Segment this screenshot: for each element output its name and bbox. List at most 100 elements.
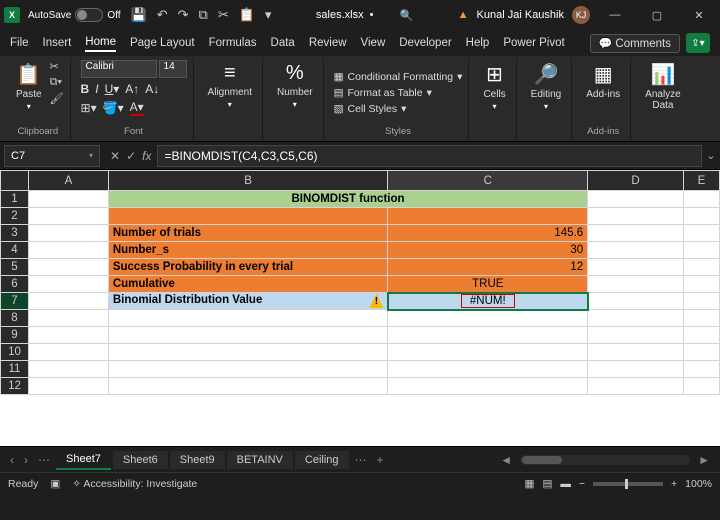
view-page-icon[interactable]: ▤ bbox=[542, 478, 552, 490]
cell[interactable] bbox=[108, 310, 388, 327]
font-size-select[interactable]: 14 bbox=[159, 60, 187, 78]
tab-next-icon[interactable]: › bbox=[20, 453, 32, 467]
cell[interactable] bbox=[28, 242, 108, 259]
cell[interactable] bbox=[588, 378, 684, 395]
cell[interactable] bbox=[388, 310, 588, 327]
row-header-7[interactable]: 7 bbox=[1, 293, 29, 310]
view-normal-icon[interactable]: ▦ bbox=[525, 478, 535, 490]
editing-button[interactable]: 🔎Editing▾ bbox=[527, 60, 566, 113]
accessibility-status[interactable]: ✧ Accessibility: Investigate bbox=[72, 478, 197, 490]
close-button[interactable]: ✕ bbox=[682, 0, 716, 30]
menu-view[interactable]: View bbox=[361, 35, 386, 51]
number-button[interactable]: %Number▾ bbox=[273, 60, 317, 111]
cell[interactable] bbox=[28, 259, 108, 276]
cell[interactable] bbox=[684, 327, 720, 344]
avatar[interactable]: KJ bbox=[572, 6, 590, 24]
cells-button[interactable]: ⊞Cells▾ bbox=[479, 60, 509, 113]
cell[interactable] bbox=[388, 344, 588, 361]
col-header-c[interactable]: C bbox=[388, 171, 588, 191]
cell[interactable] bbox=[588, 225, 684, 242]
copy-button[interactable]: ⧉▾ bbox=[50, 76, 64, 89]
menu-developer[interactable]: Developer bbox=[399, 35, 451, 51]
cancel-formula-icon[interactable]: ✕ bbox=[110, 149, 120, 163]
cell[interactable] bbox=[108, 361, 388, 378]
cell[interactable] bbox=[28, 378, 108, 395]
cell[interactable] bbox=[684, 276, 720, 293]
cell[interactable] bbox=[108, 344, 388, 361]
row-header-12[interactable]: 12 bbox=[1, 378, 29, 395]
tab-sheet6[interactable]: Sheet6 bbox=[113, 451, 168, 469]
cell[interactable] bbox=[588, 242, 684, 259]
cell-styles-button[interactable]: ▧ Cell Styles ▾ bbox=[334, 103, 407, 115]
cell[interactable] bbox=[588, 361, 684, 378]
fill-color-button[interactable]: 🪣▾ bbox=[103, 101, 124, 115]
decrease-font-button[interactable]: A↓ bbox=[145, 82, 159, 96]
cell[interactable] bbox=[28, 293, 108, 310]
cell[interactable] bbox=[684, 225, 720, 242]
row-header-4[interactable]: 4 bbox=[1, 242, 29, 259]
spreadsheet-grid[interactable]: A B C D E 1BINOMDIST function 2 3Number … bbox=[0, 170, 720, 446]
font-name-select[interactable]: Calibri bbox=[81, 60, 157, 78]
tab-prev-icon[interactable]: ‹ bbox=[6, 453, 18, 467]
menu-file[interactable]: File bbox=[10, 35, 29, 51]
cell[interactable] bbox=[588, 293, 684, 310]
macro-record-icon[interactable]: ▣ bbox=[50, 478, 60, 490]
search-icon[interactable]: 🔍 bbox=[399, 9, 413, 22]
cell[interactable] bbox=[588, 276, 684, 293]
cell[interactable] bbox=[388, 327, 588, 344]
menu-data[interactable]: Data bbox=[271, 35, 295, 51]
cell[interactable] bbox=[684, 344, 720, 361]
select-all-corner[interactable] bbox=[1, 171, 29, 191]
menu-help[interactable]: Help bbox=[466, 35, 490, 51]
cell[interactable] bbox=[588, 208, 684, 225]
cell[interactable] bbox=[684, 310, 720, 327]
user-name[interactable]: Kunal Jai Kaushik bbox=[477, 9, 564, 21]
tab-sheet7[interactable]: Sheet7 bbox=[56, 450, 111, 470]
maximize-button[interactable]: ▢ bbox=[640, 0, 674, 30]
col-header-d[interactable]: D bbox=[588, 171, 684, 191]
minimize-button[interactable]: ― bbox=[598, 0, 632, 30]
menu-review[interactable]: Review bbox=[309, 35, 347, 51]
row-header-2[interactable]: 2 bbox=[1, 208, 29, 225]
cut-icon[interactable]: ✂ bbox=[218, 7, 229, 23]
filename[interactable]: sales.xlsx bbox=[316, 9, 364, 21]
menu-formulas[interactable]: Formulas bbox=[209, 35, 257, 51]
tab-sheet9[interactable]: Sheet9 bbox=[170, 451, 225, 469]
tab-ceiling[interactable]: Ceiling bbox=[295, 451, 349, 469]
copy-icon[interactable]: ⧉ bbox=[199, 7, 208, 23]
bold-button[interactable]: B bbox=[81, 82, 90, 96]
view-break-icon[interactable]: ▬ bbox=[560, 478, 571, 490]
underline-button[interactable]: U▾ bbox=[105, 82, 120, 96]
cell[interactable] bbox=[28, 191, 108, 208]
horizontal-scrollbar[interactable] bbox=[520, 455, 690, 465]
save-icon[interactable]: 💾 bbox=[131, 7, 147, 23]
cell[interactable] bbox=[388, 208, 588, 225]
cell[interactable] bbox=[684, 361, 720, 378]
menu-home[interactable]: Home bbox=[85, 34, 116, 52]
row-header-8[interactable]: 8 bbox=[1, 310, 29, 327]
row-header-5[interactable]: 5 bbox=[1, 259, 29, 276]
autosave-toggle[interactable]: AutoSave Off bbox=[28, 8, 121, 22]
addins-button[interactable]: ▦Add-ins bbox=[582, 60, 624, 102]
row-header-9[interactable]: 9 bbox=[1, 327, 29, 344]
increase-font-button[interactable]: A↑ bbox=[125, 82, 139, 96]
paste-button[interactable]: 📋Paste▾ bbox=[12, 60, 46, 113]
cut-button[interactable]: ✂ bbox=[50, 60, 64, 73]
name-box[interactable]: C7▾ bbox=[4, 145, 100, 167]
cell[interactable] bbox=[28, 276, 108, 293]
cell-b3[interactable]: Number of trials bbox=[108, 225, 388, 242]
cell-c6[interactable]: TRUE bbox=[388, 276, 588, 293]
cell-c3[interactable]: 145.6 bbox=[388, 225, 588, 242]
cell[interactable] bbox=[588, 191, 684, 208]
cell[interactable] bbox=[28, 327, 108, 344]
row-header-10[interactable]: 10 bbox=[1, 344, 29, 361]
zoom-level[interactable]: 100% bbox=[685, 478, 712, 490]
clipboard-icon[interactable]: 📋 bbox=[239, 7, 255, 23]
undo-icon[interactable]: ↶ bbox=[157, 7, 168, 23]
cell-b7[interactable]: Binomial Distribution Value! bbox=[108, 293, 388, 310]
cell-c7[interactable]: #NUM! bbox=[388, 293, 588, 310]
zoom-out-icon[interactable]: − bbox=[579, 478, 585, 490]
cell[interactable] bbox=[388, 361, 588, 378]
cell[interactable] bbox=[588, 259, 684, 276]
cell[interactable] bbox=[388, 378, 588, 395]
